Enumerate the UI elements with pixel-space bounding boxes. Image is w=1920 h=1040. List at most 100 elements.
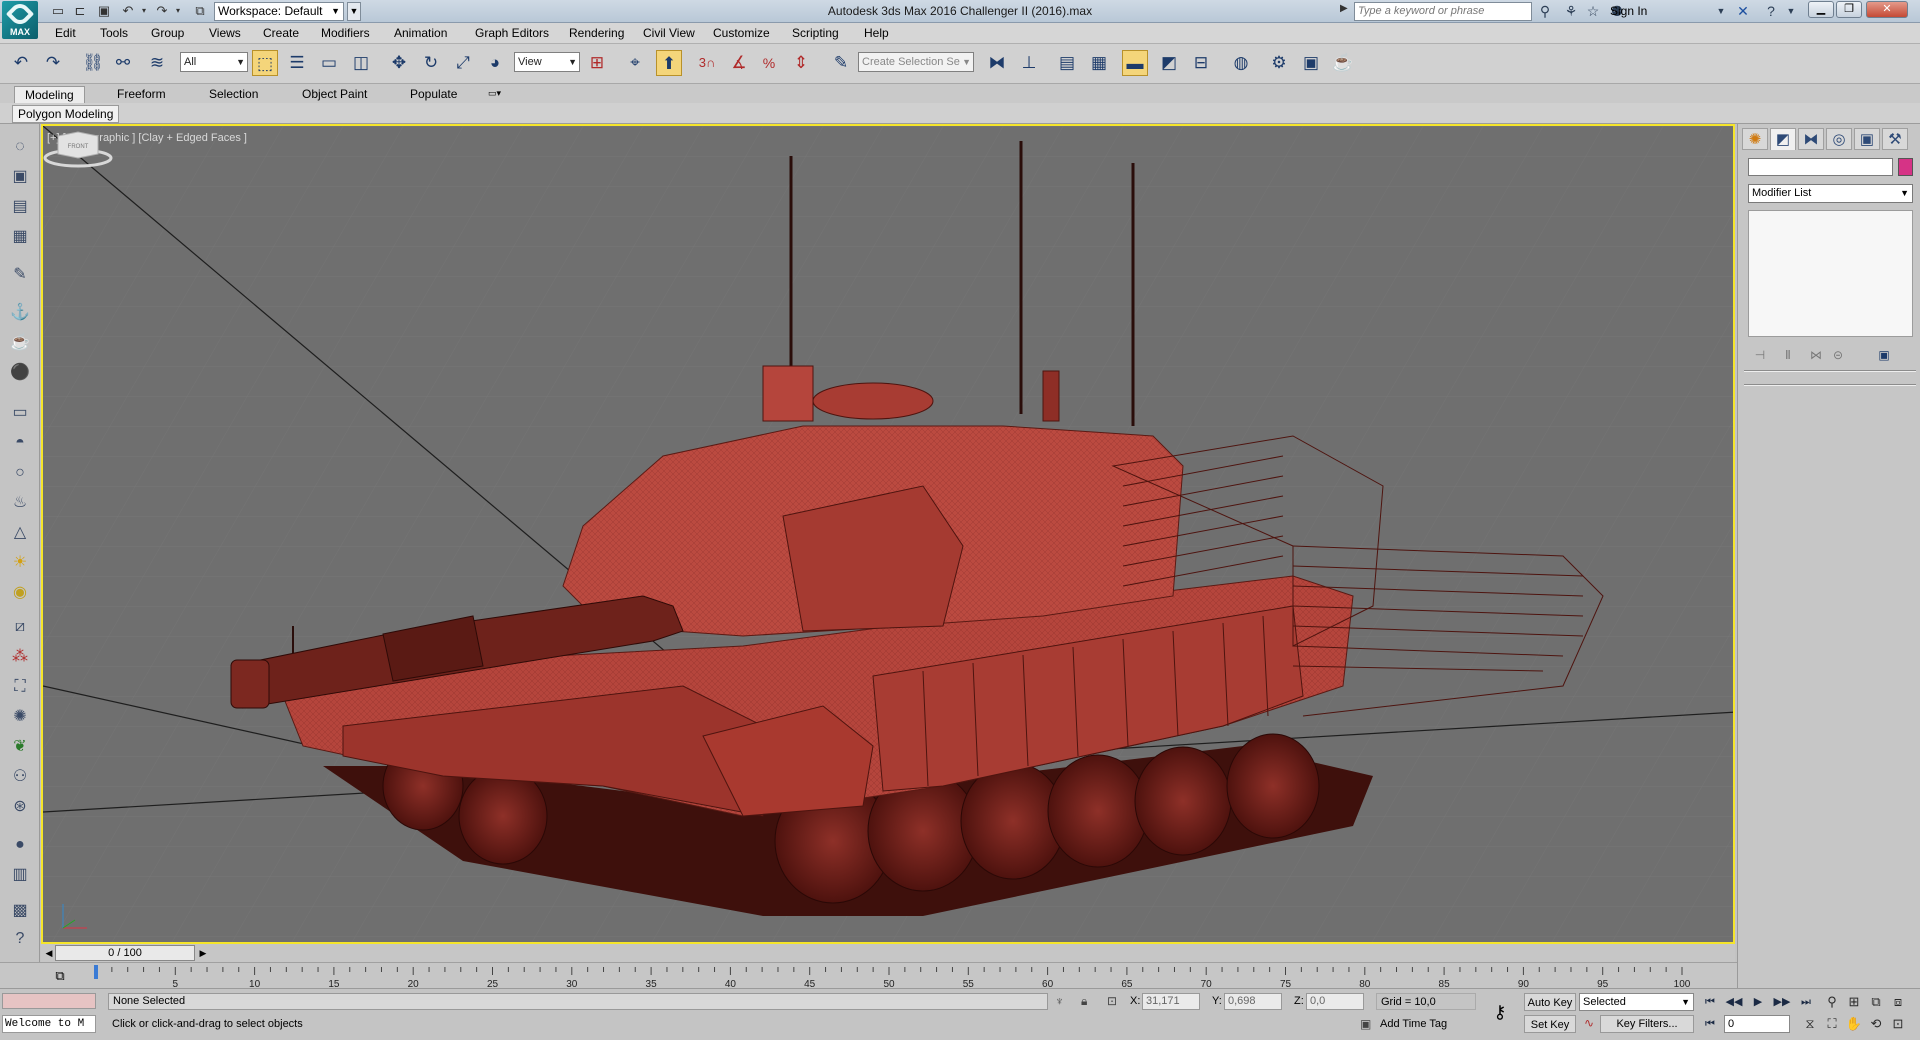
menu-views[interactable]: Views [209, 26, 241, 40]
auto-key-button[interactable]: Auto Key [1524, 993, 1576, 1011]
default-tangent-icon[interactable]: ∿ [1580, 1016, 1598, 1032]
omni-light-icon[interactable]: ◉ [8, 582, 32, 604]
keyboard-shortcut-override-icon[interactable]: ⬆ [656, 50, 682, 76]
maximize-viewport-icon[interactable]: ⊡ [1888, 1015, 1908, 1033]
y-coordinate-field[interactable]: 0,698 [1224, 993, 1282, 1010]
menu-graph-editors[interactable]: Graph Editors [475, 26, 549, 40]
redo-icon[interactable]: ↷ [154, 3, 170, 19]
object-name-field[interactable] [1748, 158, 1893, 176]
percent-snap-icon[interactable]: % [756, 50, 782, 76]
menu-edit[interactable]: Edit [55, 26, 76, 40]
app-logo-button[interactable]: MAX [2, 0, 38, 39]
particle-icon[interactable]: ⁂ [8, 646, 32, 668]
menu-customize[interactable]: Customize [713, 26, 770, 40]
mirror-icon[interactable]: ⧓ [984, 50, 1010, 76]
sphere-shaded-icon[interactable]: ● [8, 834, 32, 856]
field-of-view-icon[interactable]: ⛶ [1822, 1015, 1842, 1033]
spinner-snap-icon[interactable]: ⇕ [788, 50, 814, 76]
layer-explorer-icon[interactable]: ▤ [1054, 50, 1080, 76]
ribbon-tab-selection[interactable]: Selection [199, 86, 268, 103]
helpers-icon[interactable]: ⧄ [8, 616, 32, 638]
subscription-center-icon[interactable]: ⚘ [1562, 3, 1580, 19]
search-expand-icon[interactable]: ▶ [1340, 3, 1348, 14]
align-icon[interactable]: ⊥ [1016, 50, 1042, 76]
previous-frame-arrow[interactable]: ◀ [43, 946, 55, 960]
select-manipulate-icon[interactable]: ⌖ [622, 50, 648, 76]
select-and-rotate-icon[interactable]: ↻ [418, 50, 444, 76]
set-key-button[interactable]: Set Key [1524, 1015, 1576, 1033]
object-color-swatch[interactable] [1898, 158, 1913, 176]
angle-snap-icon[interactable]: ∡ [726, 50, 752, 76]
workspace-dropdown[interactable]: Workspace: Default ▼ [214, 2, 344, 21]
viewport-orthographic[interactable]: [+] [Orthographic ] [Clay + Edged Faces … [41, 124, 1735, 944]
select-and-move-icon[interactable]: ✥ [386, 50, 412, 76]
time-slider-thumb[interactable]: 0 / 100 [55, 945, 195, 961]
menu-scripting[interactable]: Scripting [792, 26, 839, 40]
maximize-button[interactable]: ❐ [1836, 1, 1862, 18]
ribbon-tab-freeform[interactable]: Freeform [107, 86, 176, 103]
x-coordinate-field[interactable]: 31,171 [1142, 993, 1200, 1010]
time-tag-icon[interactable]: ▣ [1360, 1017, 1371, 1031]
sign-in-dropdown-icon[interactable]: ▼ [1712, 3, 1730, 19]
utilities-tab-icon[interactable]: ⚒ [1882, 128, 1908, 150]
configure-modifier-sets-icon[interactable]: ▣ [1874, 346, 1894, 364]
key-mode-toggle-icon[interactable]: ⏮ [1700, 1016, 1720, 1032]
calculator-icon[interactable]: ▥ [8, 864, 32, 886]
sphere-primitive-icon[interactable]: ◓ [8, 432, 32, 454]
bipod-icon[interactable]: ⚓ [8, 302, 32, 324]
quick-access-customize-icon[interactable]: ▼ [347, 2, 361, 21]
close-button[interactable]: ✕ [1866, 1, 1908, 18]
material-editor-icon[interactable]: ◍ [1228, 50, 1254, 76]
show-end-result-icon[interactable]: Ⅱ [1778, 346, 1798, 364]
zoom-icon[interactable]: ⚲ [1822, 993, 1842, 1011]
snaps-toggle-icon[interactable]: 3∩ [694, 50, 720, 76]
teapot-icon[interactable]: ☕ [8, 332, 32, 354]
search-input[interactable]: Type a keyword or phrase [1354, 2, 1532, 21]
modify-tab-icon[interactable]: ◩ [1770, 128, 1796, 150]
menu-tools[interactable]: Tools [100, 26, 128, 40]
wind-icon[interactable]: ✺ [8, 706, 32, 728]
menu-modifiers[interactable]: Modifiers [321, 26, 370, 40]
display-grid-icon[interactable]: ▦ [8, 226, 32, 248]
save-icon[interactable]: ▣ [96, 3, 112, 19]
help-dropdown-icon[interactable]: ▼ [1782, 3, 1800, 19]
ribbon-tab-populate[interactable]: Populate [400, 86, 467, 103]
next-frame-arrow[interactable]: ▶ [197, 946, 209, 960]
absolute-mode-icon[interactable]: ⊡ [1107, 994, 1117, 1008]
render-setup-icon[interactable]: ⚙ [1266, 50, 1292, 76]
key-mode-selection-dropdown[interactable]: Selected ▼ [1579, 993, 1694, 1011]
favorites-star-icon[interactable]: ☆ [1584, 3, 1602, 19]
box-primitive-icon[interactable]: ▭ [8, 402, 32, 424]
binoculars-icon[interactable]: ⚲ [1536, 3, 1554, 19]
previous-frame-icon[interactable]: ◀◀ [1724, 994, 1744, 1010]
toggle-ribbon-icon[interactable]: ▬ [1122, 50, 1148, 76]
edit-named-selection-icon[interactable]: ✎ [828, 50, 854, 76]
create-tab-icon[interactable]: ✺ [1742, 128, 1768, 150]
redo-icon[interactable]: ↷ [40, 50, 66, 76]
viewport-layout-icon[interactable]: ◌ [8, 136, 32, 158]
scene-explorer-icon[interactable]: ▣ [8, 166, 32, 188]
rendered-frame-window-icon[interactable]: ▣ [1298, 50, 1324, 76]
time-slider[interactable]: ◀ 0 / 100 ▶ [41, 944, 1735, 962]
select-and-scale-icon[interactable]: ⤢ [450, 50, 476, 76]
orbit-icon[interactable]: ⟲ [1866, 1015, 1886, 1033]
exchange-apps-icon[interactable]: ✕ [1734, 3, 1752, 19]
window-crossing-icon[interactable]: ◫ [348, 50, 374, 76]
set-keys-key-icon[interactable]: ⚷ [1484, 1001, 1516, 1023]
z-coordinate-field[interactable]: 0,0 [1306, 993, 1364, 1010]
foliage-icon[interactable]: ❦ [8, 736, 32, 758]
select-by-name-icon[interactable]: ☰ [284, 50, 310, 76]
go-to-end-icon[interactable]: ⏭ [1796, 994, 1816, 1010]
hair-fur-icon[interactable]: ⊛ [8, 796, 32, 818]
toggle-scene-explorer-icon[interactable]: ▦ [1086, 50, 1112, 76]
unlink-icon[interactable]: ⚯ [110, 50, 136, 76]
go-to-start-icon[interactable]: ⏮ [1700, 994, 1720, 1010]
selection-filter-dropdown[interactable]: All ▼ [180, 52, 248, 72]
modifier-list-dropdown[interactable]: Modifier List ▼ [1748, 184, 1913, 203]
bones-icon[interactable]: ⛶ [8, 676, 32, 698]
viewcube[interactable]: FRONT [43, 126, 113, 168]
play-icon[interactable]: ▶ [1748, 994, 1768, 1010]
display-tab-icon[interactable]: ▣ [1854, 128, 1880, 150]
redo-dropdown-icon[interactable]: ▾ [170, 3, 186, 19]
time-configuration-icon[interactable]: ⧖ [1800, 1015, 1820, 1033]
